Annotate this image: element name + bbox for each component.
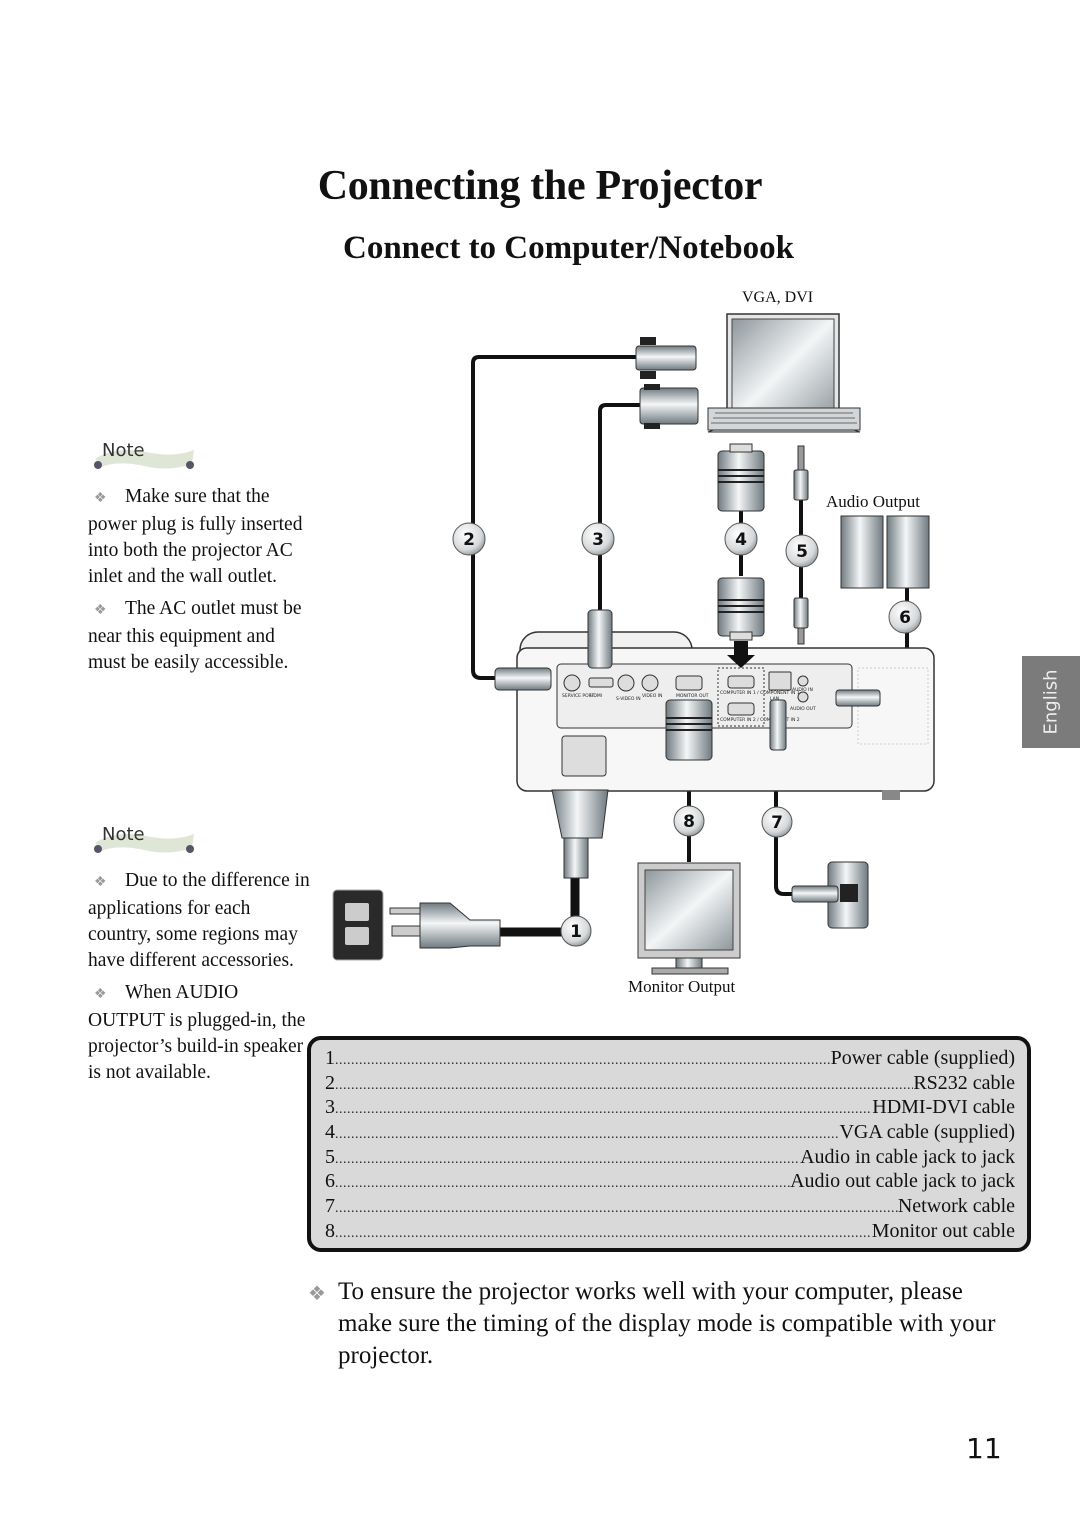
note-banner-text: Note bbox=[102, 824, 145, 845]
speakers-label: Audio Output bbox=[826, 492, 920, 511]
laptop-icon bbox=[707, 313, 861, 433]
monitor-label: Monitor Output bbox=[628, 977, 736, 996]
note-item: ❖ When AUDIO OUTPUT is plugged-in, the pr… bbox=[88, 982, 306, 1083]
note-banner-text: Note bbox=[102, 440, 145, 461]
page-title: Connecting the Projector bbox=[317, 163, 763, 209]
legend-row: 6Audio out cable jack to jack bbox=[325, 1169, 1015, 1194]
note-item: ❖ Due to the difference in applications f… bbox=[88, 870, 310, 971]
network-jack-icon bbox=[791, 861, 869, 929]
legend-row: 3HDMI-DVI cable bbox=[325, 1095, 1015, 1120]
svg-text:1: 1 bbox=[570, 922, 582, 942]
vga-connector-icon bbox=[717, 577, 765, 641]
svg-text:4: 4 bbox=[735, 530, 747, 550]
legend-row: 4VGA cable (supplied) bbox=[325, 1120, 1015, 1145]
language-tab: English bbox=[1022, 656, 1080, 748]
callout-3: 3 bbox=[581, 522, 615, 556]
note-item: ❖ The AC outlet must be near this equipme… bbox=[88, 598, 302, 673]
wall-outlet-icon bbox=[332, 889, 384, 961]
cable-legend: 1Power cable (supplied) 2RS232 cable 3HD… bbox=[307, 1036, 1031, 1252]
language-tab-label: English bbox=[1040, 669, 1062, 735]
svg-text:2: 2 bbox=[463, 530, 475, 550]
svg-text:COMPUTER IN 2 / COMPONENT IN 2: COMPUTER IN 2 / COMPONENT IN 2 bbox=[720, 717, 800, 723]
diamond-bullet-icon: ❖ bbox=[94, 603, 107, 618]
note-item: ❖ Make sure that the power plug is fully … bbox=[88, 486, 303, 587]
callout-6: 6 bbox=[888, 600, 922, 634]
callout-8: 8 bbox=[673, 805, 705, 837]
legend-row: 8Monitor out cable bbox=[325, 1219, 1015, 1244]
svg-text:6: 6 bbox=[899, 608, 911, 628]
speakers-icon bbox=[840, 515, 930, 589]
svg-text:HDMI: HDMI bbox=[590, 693, 602, 699]
diamond-bullet-icon: ❖ bbox=[94, 987, 107, 1002]
note-scroll-icon: Note bbox=[94, 824, 194, 853]
svg-text:3: 3 bbox=[592, 530, 604, 550]
svg-text:7: 7 bbox=[771, 813, 783, 833]
svg-text:COMPUTER IN 1 / COMPONENT IN 1: COMPUTER IN 1 / COMPONENT IN 1 bbox=[720, 690, 800, 696]
svg-text:AUDIO IN: AUDIO IN bbox=[792, 687, 813, 693]
note-2-text: ❖ Due to the difference in applications f… bbox=[88, 868, 313, 1092]
diamond-bullet-icon: ❖ bbox=[94, 875, 107, 890]
note-1-text: ❖ Make sure that the power plug is fully … bbox=[88, 484, 313, 682]
connection-diagram: SERVICE PORT HDMI S-VIDEO IN VIDEO IN MO… bbox=[332, 313, 935, 975]
diamond-bullet-icon: ❖ bbox=[94, 491, 107, 506]
svg-text:5: 5 bbox=[796, 542, 808, 562]
legend-row: 1Power cable (supplied) bbox=[325, 1046, 1015, 1071]
hdmi-plug-icon bbox=[587, 609, 613, 669]
dvi-connector-icon bbox=[639, 384, 699, 429]
audio-jack-icon bbox=[793, 597, 809, 645]
svg-text:VIDEO IN: VIDEO IN bbox=[642, 693, 662, 699]
callout-1: 1 bbox=[560, 915, 592, 947]
svg-text:S-VIDEO IN: S-VIDEO IN bbox=[616, 696, 641, 702]
compatibility-tip: ❖ To ensure the projector works well wit… bbox=[308, 1278, 996, 1369]
rs232-plug-icon bbox=[494, 667, 552, 691]
power-plug-icon bbox=[389, 902, 501, 949]
note-banner: Note bbox=[88, 820, 200, 865]
callout-4: 4 bbox=[724, 522, 758, 556]
note-scroll-icon: Note bbox=[94, 440, 194, 469]
laptop-label: VGA, DVI bbox=[742, 289, 814, 306]
legend-row: 2RS232 cable bbox=[325, 1071, 1015, 1096]
diamond-bullet-icon: ❖ bbox=[308, 1283, 326, 1305]
vga-connector-icon bbox=[717, 443, 765, 512]
audio-jack-icon bbox=[793, 445, 809, 501]
page-number: 11 bbox=[966, 1432, 1002, 1465]
callout-5: 5 bbox=[785, 534, 819, 568]
callout-2: 2 bbox=[452, 522, 486, 556]
svg-text:MONITOR OUT: MONITOR OUT bbox=[676, 693, 709, 699]
legend-row: 5Audio in cable jack to jack bbox=[325, 1145, 1015, 1170]
svg-text:8: 8 bbox=[683, 812, 695, 832]
callout-7: 7 bbox=[761, 806, 793, 838]
lan-plug-icon bbox=[769, 699, 787, 751]
note-banner: Note bbox=[88, 436, 200, 481]
legend-row: 7Network cable bbox=[325, 1194, 1015, 1219]
section-title: Connect to Computer/Notebook bbox=[343, 230, 794, 266]
audio-out-plug-icon bbox=[835, 689, 881, 707]
monitor-icon bbox=[637, 862, 741, 975]
rs232-connector-icon bbox=[635, 337, 697, 379]
monitor-vga-plug-icon bbox=[665, 699, 713, 761]
svg-text:AUDIO OUT: AUDIO OUT bbox=[790, 706, 816, 712]
